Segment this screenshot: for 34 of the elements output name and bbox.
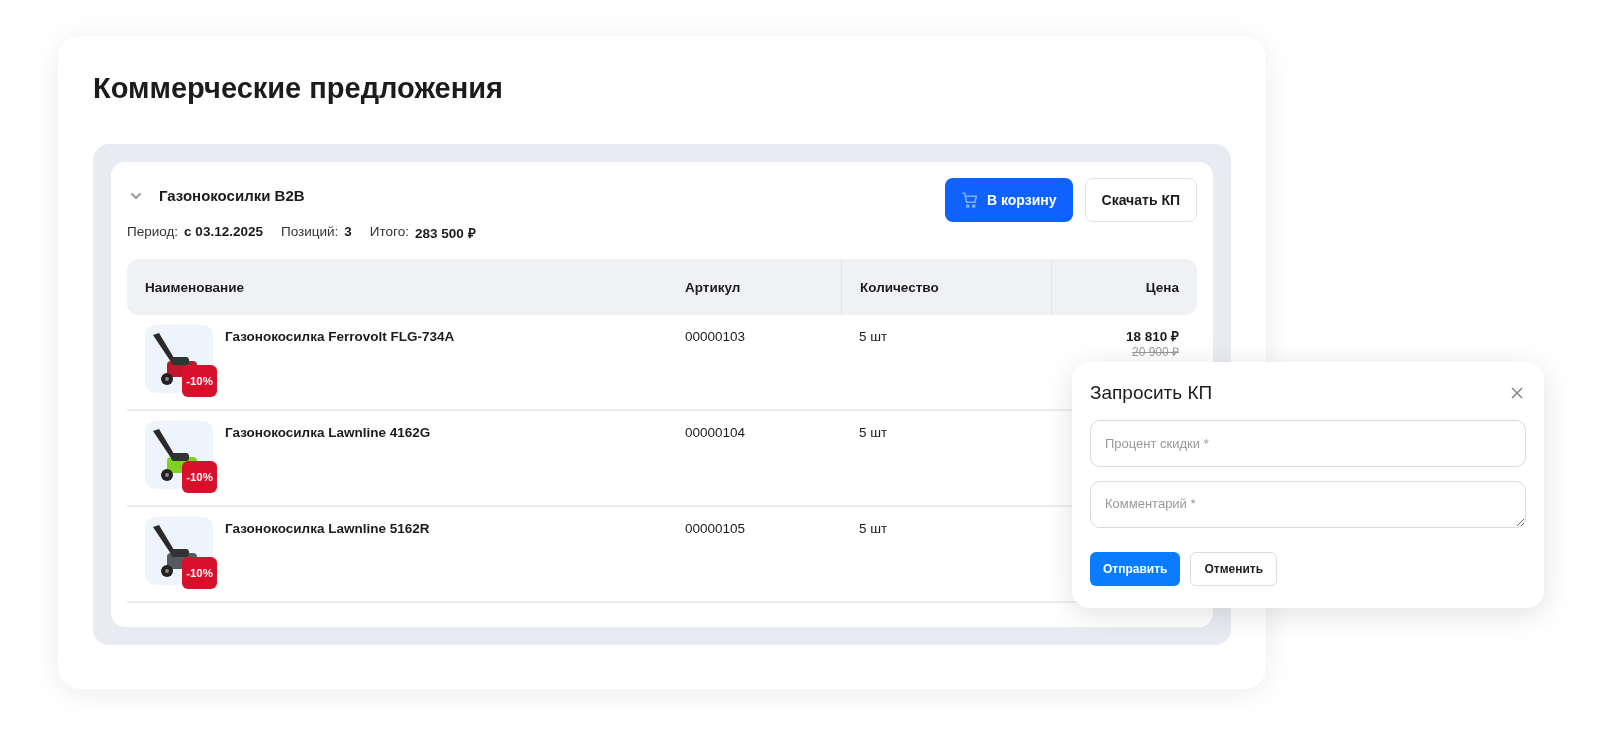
summary-value: 3 <box>344 224 352 239</box>
summary-label: Позиций: <box>280 224 339 239</box>
cancel-button[interactable]: Отменить <box>1190 552 1278 586</box>
submit-button[interactable]: Отправить <box>1090 552 1181 586</box>
page-title: Коммерческие предложения <box>93 71 504 106</box>
download-button[interactable]: Скачать КП <box>1084 178 1197 222</box>
column-header: Артикул <box>685 279 741 295</box>
old-price: 20 900 ₽ <box>1131 346 1179 359</box>
add-to-cart-button[interactable]: В корзину <box>945 178 1073 222</box>
column-header: Наименование <box>145 279 245 295</box>
discount-field[interactable]: Процент скидки * <box>1090 420 1526 467</box>
dialog-title: Запросить КП <box>1090 382 1213 404</box>
quantity-cell-text: 5 шт <box>858 424 889 442</box>
summary-label: Итого: <box>369 224 409 241</box>
cart-icon <box>961 191 979 209</box>
product-name: Газонокосилка Lawnline 4162G <box>225 424 431 442</box>
summary-value: 283 500 ₽ <box>414 225 476 242</box>
article-cell-text: 00000103 <box>684 328 747 346</box>
quantity-cell-text: 5 шт <box>858 328 889 346</box>
summary-label: Период: <box>127 224 179 239</box>
article-cell-text: 00000105 <box>684 520 747 538</box>
comment-field[interactable]: Комментарий * <box>1090 481 1526 528</box>
offer-title: Газонокосилки B2B <box>159 187 305 204</box>
price: 18 810 ₽ <box>1125 328 1179 345</box>
product-name: Газонокосилка Ferrovolt FLG-734A <box>225 328 455 346</box>
product-name: Газонокосилка Lawnline 5162R <box>225 520 430 538</box>
column-header: Количество <box>860 279 939 295</box>
discount-badge: -10% <box>182 461 217 493</box>
discount-badge: -10% <box>182 365 217 397</box>
quantity-cell-text: 5 шт <box>858 520 889 538</box>
summary-value: с 03.12.2025 <box>184 224 263 239</box>
discount-badge: -10% <box>182 557 217 589</box>
article-cell-text: 00000104 <box>684 424 747 442</box>
column-header: Цена <box>1145 279 1179 295</box>
